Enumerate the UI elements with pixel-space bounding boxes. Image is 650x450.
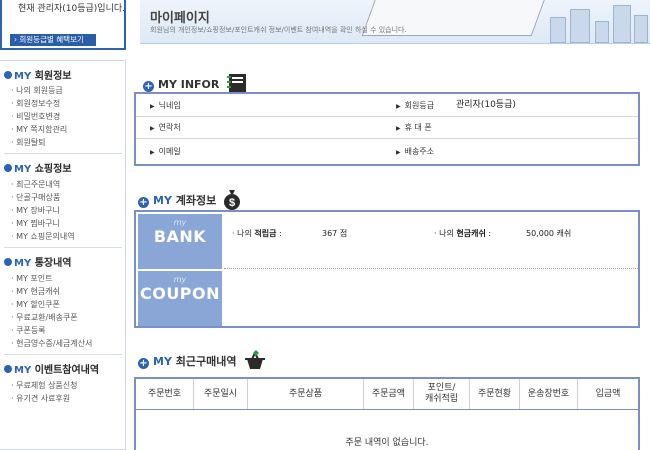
sidebar-item-receipts[interactable]: · 현금영수증/세금계산서 [11, 338, 92, 349]
sidebar: MY 회원정보 · 나의 회원등급 · 회원정보수정 · 비밀번호변경 · MY… [0, 60, 126, 450]
divider [224, 268, 638, 269]
plus-icon: + [138, 358, 149, 369]
bullet-icon [4, 164, 12, 172]
member-grade-value: 관리자(10등급) [456, 100, 516, 110]
bullet-icon [4, 71, 12, 79]
bullet-icon [4, 258, 12, 266]
sidebar-item-message-box[interactable]: · MY 쪽지함관리 [11, 124, 67, 135]
building-icon [570, 9, 590, 43]
sidebar-section-member-info[interactable]: MY 회원정보 [4, 67, 72, 82]
notebook-icon [227, 74, 247, 92]
sidebar-item-cash[interactable]: · MY 현금캐쉬 [11, 286, 60, 297]
bank-tile: my BANK [138, 214, 222, 269]
sidebar-item-frequent-products[interactable]: · 단골구매상품 [11, 192, 60, 203]
sidebar-item-cart[interactable]: · MY 장바구니 [11, 205, 60, 216]
divider [4, 153, 122, 154]
divider [136, 409, 638, 410]
sidebar-item-wishlist[interactable]: · MY 찜바구니 [11, 218, 60, 229]
column-header-order-number: 주문번호 [136, 379, 194, 409]
member-grade-label: ▶ 회원등급 [396, 101, 435, 110]
column-header-deposit-amount: 입금액 [595, 388, 621, 399]
mypage-banner: 마이페이지 회원님의 개인정보/쇼핑정보/포인트캐쉬 정보/이벤트 참여내역을 … [140, 0, 650, 44]
coupon-tile: my COUPON [138, 271, 222, 326]
sidebar-section-event-history[interactable]: MY 이벤트참여내역 [4, 361, 99, 376]
page-title: 마이페이지 [150, 11, 210, 26]
sidebar-item-free-shipping-coupon[interactable]: · 무료교환/배송쿠폰 [11, 312, 78, 323]
mobile-label: ▶ 휴 대 폰 [396, 123, 432, 132]
shipping-address-label: ▶ 배송주소 [396, 147, 435, 156]
column-header-points-cash: 포인트/ 캐쉬적립 [414, 379, 470, 409]
points-value: 367 점 [322, 229, 348, 238]
grade-benefits-button[interactable]: › 회원등급별 혜택보기 [10, 34, 96, 46]
shopping-basket-icon [245, 350, 266, 369]
sidebar-item-register-coupon[interactable]: · 쿠폰등록 [11, 325, 46, 336]
account-info-box: my BANK my COUPON · 나의 적립금 : 367 점 · 나의 … [134, 210, 640, 328]
plus-icon: + [143, 81, 154, 92]
column-header-tracking-number: 운송장번호 [520, 379, 578, 409]
cash-label: · 나의 현금캐쉬 : [434, 229, 492, 238]
sidebar-section-account-history[interactable]: MY 통장내역 [4, 254, 72, 269]
sidebar-item-free-trial[interactable]: · 무료체험 상품신청 [11, 380, 78, 391]
account-info-heading: + MY 계좌정보 $ [138, 188, 241, 210]
points-label: · 나의 적립금 : [232, 229, 282, 238]
plus-icon: + [138, 197, 149, 208]
cash-value: 50,000 캐쉬 [526, 229, 572, 238]
building-icon [550, 17, 566, 43]
building-icon [634, 15, 648, 43]
member-grade-text: 현재 관리자(10등급)입니다. [18, 4, 125, 14]
sidebar-section-shopping-info[interactable]: MY 쇼핑정보 [4, 160, 72, 175]
my-info-heading: + MY INFOR [143, 73, 248, 93]
building-icon [613, 5, 631, 43]
contact-label: ▶ 연락처 [150, 123, 181, 132]
divider [4, 354, 122, 355]
member-grade-box: 현재 관리자(10등급)입니다. › 회원등급별 혜택보기 [0, 0, 126, 50]
divider [4, 247, 122, 248]
column-header-order-product: 주문상품 [248, 379, 364, 409]
email-label: ▶ 이메일 [150, 147, 181, 156]
svg-text:$: $ [229, 197, 235, 209]
sidebar-item-withdraw[interactable]: · 회원탈퇴 [11, 137, 46, 148]
column-header-order-amount: 주문금액 [364, 379, 414, 409]
recent-orders-heading: + MY 최근구매내역 [138, 350, 267, 370]
column-header-order-status: 주문현황 [470, 379, 520, 409]
recent-orders-table: 주문번호 주문일시 주문상품 주문금액 포인트/ 캐쉬적립 주문현황 운송장번호… [134, 377, 640, 450]
sidebar-item-dog-food-donation[interactable]: · 유기견 사료후원 [11, 393, 70, 404]
sidebar-item-inquiries[interactable]: · MY 쇼핑문의내역 [11, 231, 75, 242]
money-bag-icon: $ [224, 190, 241, 210]
member-info-table: ▶ 닉네임 ▶ 회원등급 관리자(10등급) ▶ 연락처 ▶ 휴 대 폰 ▶ 이메일 ▶ 배… [134, 92, 640, 166]
divider [136, 116, 638, 117]
column-header-order-date: 주문일시 [194, 379, 248, 409]
empty-orders-message: 주문 내역이 없습니다. [345, 438, 429, 448]
bullet-icon [4, 365, 12, 373]
page-subtitle: 회원님의 개인정보/쇼핑정보/포인트캐쉬 정보/이벤트 참여내역을 확인 하실 … [150, 26, 407, 34]
sidebar-item-edit-info[interactable]: · 회원정보수정 [11, 98, 60, 109]
sidebar-item-recent-orders[interactable]: · 최근주문내역 [11, 179, 60, 190]
sidebar-item-change-password[interactable]: · 비밀번호변경 [11, 111, 60, 122]
sidebar-item-points[interactable]: · MY 포인트 [11, 273, 53, 284]
divider [136, 138, 638, 139]
building-icon [595, 21, 609, 43]
nickname-label: ▶ 닉네임 [150, 101, 181, 110]
sidebar-item-my-grade[interactable]: · 나의 회원등급 [11, 85, 63, 96]
sidebar-item-discount-coupon[interactable]: · MY 할인쿠폰 [11, 299, 60, 310]
